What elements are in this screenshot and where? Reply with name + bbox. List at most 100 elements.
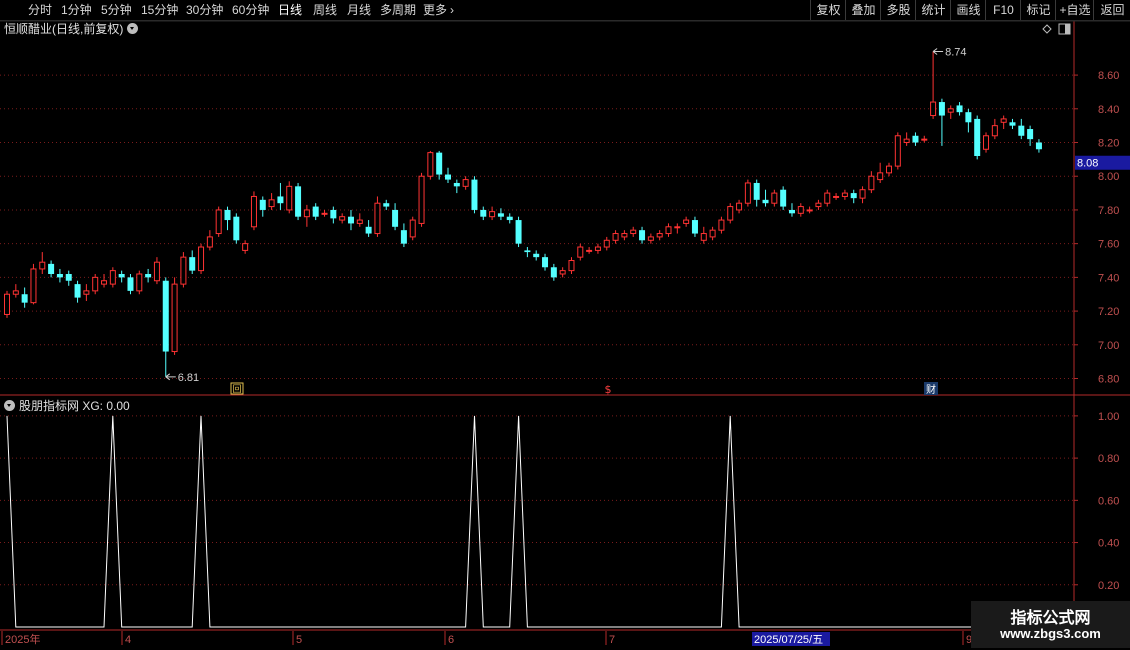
candle-body[interactable] (903, 138, 910, 144)
candle-body[interactable] (453, 182, 460, 187)
candle-body[interactable] (788, 209, 795, 214)
candle-body[interactable] (259, 199, 266, 210)
candle-body[interactable] (577, 246, 584, 258)
candle-body[interactable] (65, 274, 72, 281)
candle-body[interactable] (180, 256, 187, 285)
candle-body[interactable] (850, 193, 857, 199)
candle-body[interactable] (497, 213, 504, 217)
candle-body[interactable] (780, 189, 787, 207)
candle-body[interactable] (753, 182, 760, 200)
candle-body[interactable] (365, 226, 372, 234)
candle-body[interactable] (1027, 129, 1034, 140)
candle-body[interactable] (347, 216, 354, 224)
candle-body[interactable] (947, 108, 954, 113)
candle-body[interactable] (118, 274, 125, 278)
candle-body[interactable] (242, 243, 249, 251)
candle-body[interactable] (586, 249, 593, 252)
candle-body[interactable] (930, 101, 937, 117)
candle-body[interactable] (356, 219, 363, 224)
candle-body[interactable] (480, 209, 487, 217)
candle-body[interactable] (603, 239, 610, 248)
candle-body[interactable] (303, 209, 310, 218)
candle-body[interactable] (383, 203, 390, 207)
candle-body[interactable] (938, 102, 945, 116)
candle-body[interactable] (1009, 122, 1016, 126)
candle-body[interactable] (656, 233, 663, 238)
candle-body[interactable] (198, 246, 205, 272)
candle-body[interactable] (224, 209, 231, 221)
candle-body[interactable] (886, 165, 892, 174)
candle-body[interactable] (12, 290, 19, 295)
candle-body[interactable] (612, 233, 619, 241)
candle-body[interactable] (727, 206, 734, 221)
candle-body[interactable] (374, 202, 381, 235)
candle-body[interactable] (1035, 142, 1042, 150)
candle-body[interactable] (162, 280, 169, 352)
candle-body[interactable] (506, 216, 513, 221)
candle-body[interactable] (797, 206, 804, 214)
candle-body[interactable] (92, 276, 99, 292)
candle-body[interactable] (250, 195, 257, 228)
candle-body[interactable] (868, 175, 875, 191)
diamond-icon[interactable] (1042, 24, 1052, 34)
candle-body[interactable] (30, 268, 37, 304)
candle-body[interactable] (709, 229, 716, 238)
candle-body[interactable] (833, 195, 840, 198)
candle-body[interactable] (824, 192, 831, 204)
candle-body[interactable] (233, 216, 240, 241)
candle-body[interactable] (462, 179, 469, 187)
candle-body[interactable] (409, 219, 416, 238)
candle-body[interactable] (859, 189, 866, 199)
candle-body[interactable] (894, 135, 901, 167)
candle-body[interactable] (630, 229, 637, 235)
candle-body[interactable] (392, 209, 399, 227)
candle-body[interactable] (489, 211, 496, 218)
candle-body[interactable] (762, 199, 769, 204)
candle-body[interactable] (921, 138, 928, 141)
candle-body[interactable] (1018, 125, 1025, 136)
candle-body[interactable] (974, 118, 981, 156)
candle-body[interactable] (965, 112, 972, 123)
candle-body[interactable] (1000, 118, 1007, 123)
candle-body[interactable] (736, 202, 743, 211)
candle-body[interactable] (471, 179, 478, 210)
candle-body[interactable] (321, 212, 328, 215)
candle-body[interactable] (436, 152, 443, 175)
candle-body[interactable] (515, 220, 522, 244)
candle-body[interactable] (48, 263, 55, 274)
candle-body[interactable] (533, 253, 540, 258)
candle-body[interactable] (542, 257, 549, 268)
candle-body[interactable] (771, 192, 778, 204)
candle-body[interactable] (400, 230, 407, 244)
candle-body[interactable] (268, 199, 275, 208)
candle-body[interactable] (153, 261, 160, 282)
candle-body[interactable] (83, 290, 90, 295)
candle-body[interactable] (683, 219, 690, 224)
candle-body[interactable] (700, 233, 707, 241)
candle-body[interactable] (559, 270, 566, 275)
candle-body[interactable] (206, 236, 213, 248)
candle-body[interactable] (912, 135, 919, 143)
candle-body[interactable] (718, 219, 725, 231)
candle-body[interactable] (277, 196, 284, 204)
candle-body[interactable] (983, 135, 990, 150)
candle-body[interactable] (621, 233, 628, 238)
candle-body[interactable] (691, 220, 698, 234)
candle-body[interactable] (136, 273, 143, 292)
candle-body[interactable] (445, 174, 451, 180)
candle-body[interactable] (312, 206, 319, 217)
candle-body[interactable] (815, 202, 822, 208)
candle-body[interactable] (286, 185, 293, 211)
candle-body[interactable] (744, 182, 751, 204)
candle-body[interactable] (991, 125, 998, 137)
candle-body[interactable] (56, 274, 63, 278)
candle-body[interactable] (550, 267, 557, 278)
candle-body[interactable] (665, 226, 672, 235)
candle-body[interactable] (841, 192, 848, 197)
candle-body[interactable] (674, 226, 681, 229)
candle-body[interactable] (639, 230, 646, 241)
candle-body[interactable] (877, 172, 884, 181)
candle-body[interactable] (524, 250, 531, 253)
candle-body[interactable] (594, 246, 601, 251)
candle-body[interactable] (295, 186, 302, 217)
